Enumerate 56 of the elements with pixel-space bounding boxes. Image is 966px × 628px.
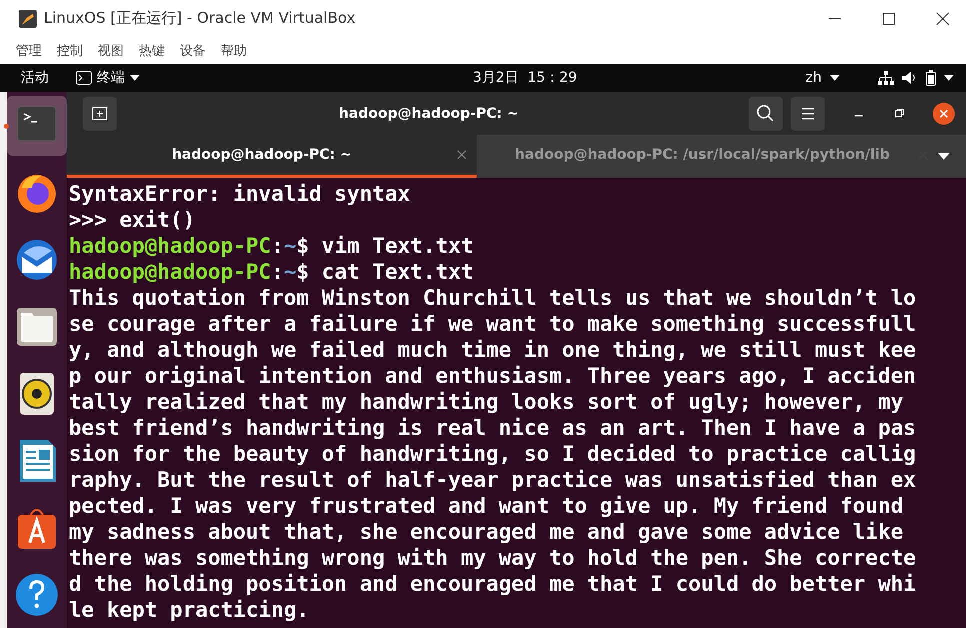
terminal-icon (76, 71, 92, 85)
output-line: >>> exit() (69, 207, 196, 233)
output-line: SyntaxError: invalid syntax (69, 181, 412, 207)
caret-icon[interactable] (944, 75, 954, 81)
terminal-tab[interactable]: hadoop@hadoop-PC: /usr/local/spark/python/lib (477, 135, 938, 178)
menu-item[interactable]: 管理 (16, 42, 42, 60)
terminal-title: hadoop@hadoop-PC: ~ (338, 106, 520, 122)
output-line: p our original intention and enthusiasm. Three years ago, I acciden (69, 363, 918, 389)
prompt-user: hadoop@hadoop-PC (69, 260, 272, 284)
menu-item[interactable]: 控制 (57, 42, 83, 60)
output-line: sion for the beauty of handwriting, so I decided to practice callig (69, 441, 918, 467)
output-line: d the holding position and encouraged me that I could do better whi (69, 571, 918, 597)
output-line: there was something wrong with my way to hold the pen. She correcte (69, 545, 918, 571)
prompt-path: ~ (284, 234, 297, 258)
prompt-user: hadoop@hadoop-PC (69, 234, 272, 258)
command-text: $ cat Text.txt (296, 260, 474, 284)
window-title: LinuxOS [正在运行] - Oracle VM VirtualBox (44, 9, 356, 28)
output-line: le kept practicing. (69, 597, 310, 623)
output-line: se courage after a failure if we want to make something successfull (69, 311, 918, 337)
menu-icon[interactable] (791, 96, 825, 130)
input-method[interactable]: zh (806, 70, 822, 86)
command-text: $ vim Text.txt (296, 234, 474, 258)
activities-button[interactable]: 活动 (21, 69, 49, 87)
maximize-icon[interactable] (882, 12, 896, 26)
search-icon[interactable] (749, 96, 783, 130)
prompt-separator: : (271, 234, 284, 258)
output-line: tally realized that my handwriting looks sort of ugly; however, my (69, 389, 904, 415)
output-line: pected. I was very frustrated and want to give up. My friend found (69, 493, 904, 519)
menu-item[interactable]: 设备 (180, 42, 206, 60)
output-line: best friend’s handwriting is real nice as an art. Then I have a pas (69, 415, 918, 441)
caret-icon (130, 75, 140, 81)
battery-icon[interactable] (926, 70, 936, 86)
output-line: y, and although we failed much time in one thing, we still must kee (69, 337, 918, 363)
menu-item[interactable]: 视图 (98, 42, 124, 60)
new-tab-icon[interactable] (83, 96, 118, 130)
network-icon[interactable] (878, 71, 894, 85)
close-icon[interactable] (936, 12, 950, 26)
menu-item[interactable]: 热键 (139, 42, 165, 60)
app-icon (18, 8, 38, 28)
volume-icon[interactable] (902, 71, 918, 85)
tab-label: hadoop@hadoop-PC: /usr/local/spark/python/lib (515, 147, 890, 163)
output-line: This quotation from Winston Churchill tells us that we shouldn’t lo (69, 285, 918, 311)
app-menu[interactable]: 终端 (97, 69, 125, 87)
output-line: raphy. But the result of half-year practice was unsatisfied than ex (69, 467, 918, 493)
prompt-separator: : (271, 260, 284, 284)
caret-icon[interactable] (938, 153, 950, 160)
output-line: my sadness about that, she encouraged me and gave some advice like (69, 519, 904, 545)
restore-icon[interactable] (893, 108, 905, 120)
tab-label: hadoop@hadoop-PC: ~ (172, 147, 352, 163)
terminal-tab[interactable]: hadoop@hadoop-PC: ~ (67, 135, 478, 178)
close-icon[interactable] (933, 102, 955, 124)
clock[interactable]: 3月2日 15：29 (473, 69, 578, 87)
prompt-path: ~ (284, 260, 297, 284)
running-indicator (4, 124, 9, 129)
menu-item[interactable]: 帮助 (221, 42, 247, 60)
caret-icon (830, 75, 840, 81)
